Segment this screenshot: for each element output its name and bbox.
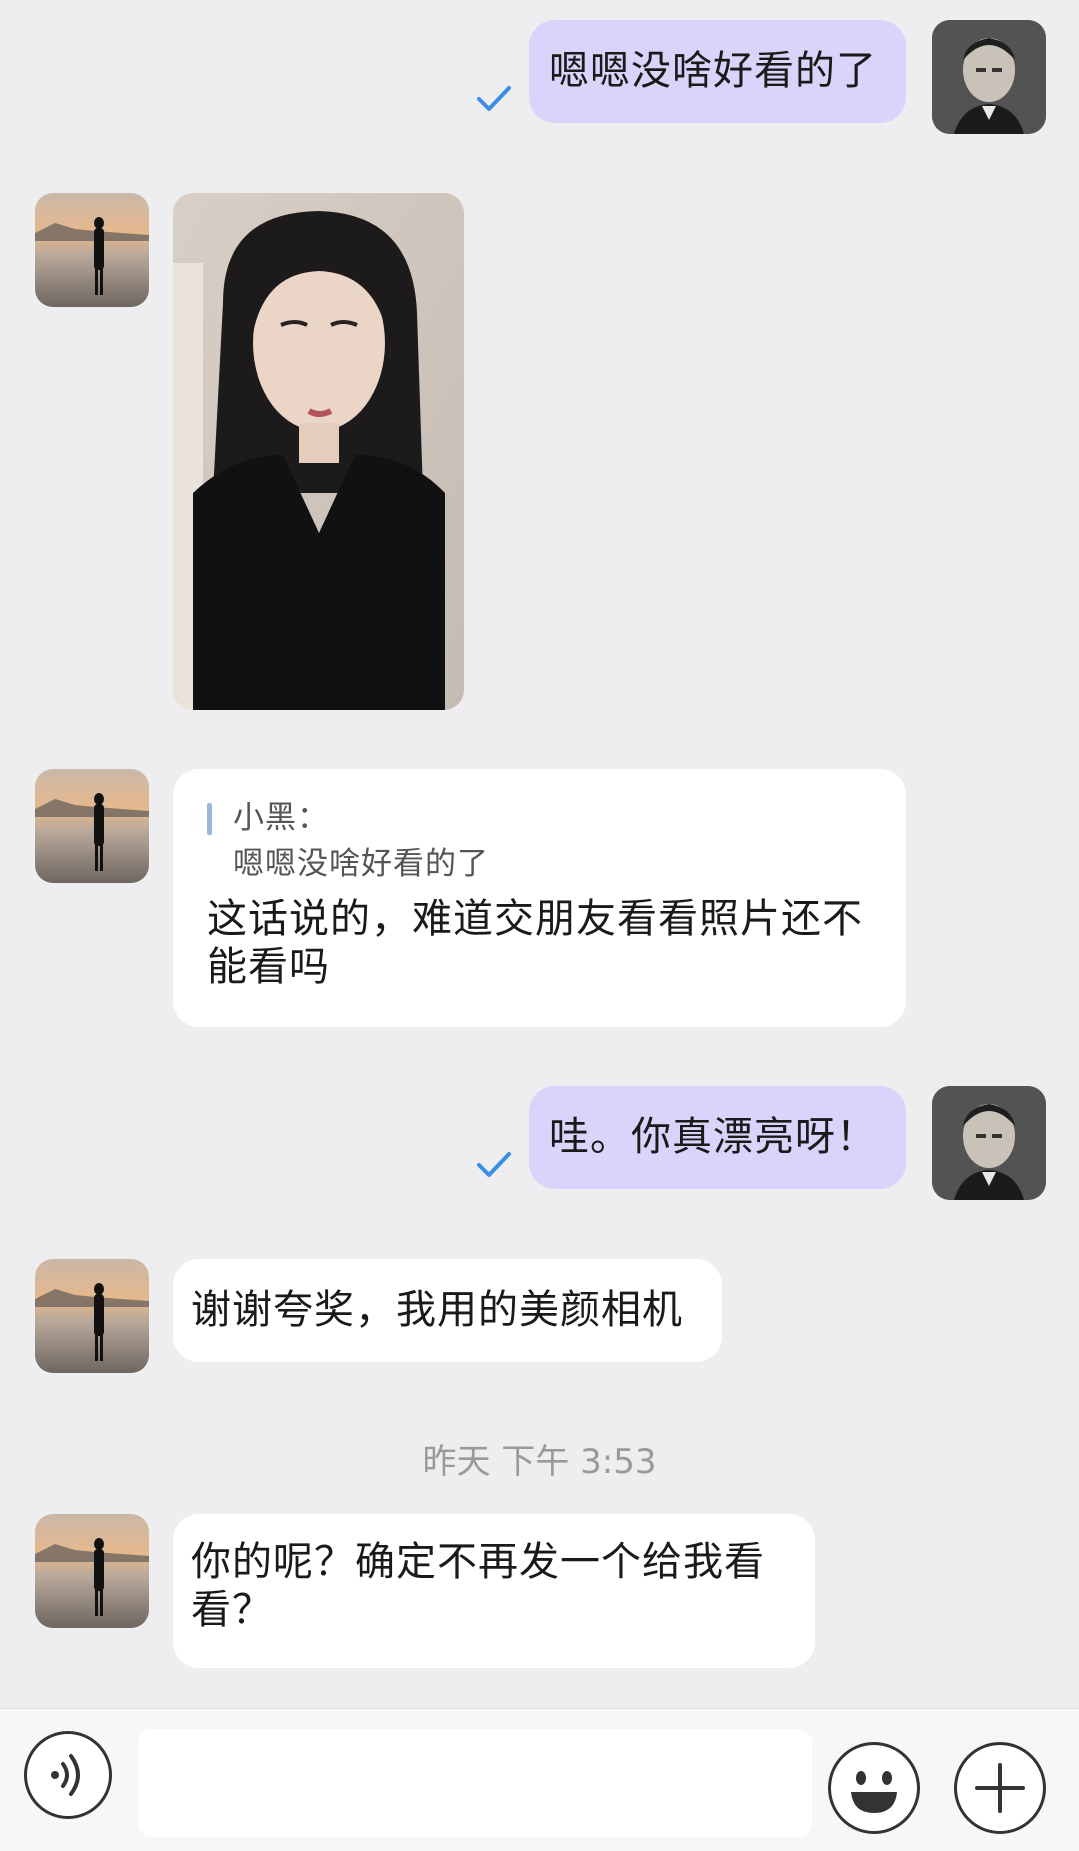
message-bubble-outgoing[interactable]: 哇。你真漂亮呀！	[529, 1086, 906, 1189]
message-text: 这话说的，难道交朋友看看照片还不 能看吗	[207, 895, 876, 991]
photo-message[interactable]	[173, 193, 464, 710]
avatar-contact[interactable]	[35, 1259, 149, 1373]
plus-icon	[975, 1763, 1025, 1813]
message-bubble-incoming[interactable]: 你的呢？确定不再发一个给我看 看？	[173, 1514, 815, 1668]
emoji-icon	[851, 1771, 897, 1813]
message-text-line: 能看吗	[207, 944, 330, 990]
input-bar	[0, 1708, 1079, 1851]
message-text: 谢谢夸奖，我用的美颜相机	[191, 1287, 683, 1333]
voice-button[interactable]	[24, 1731, 112, 1819]
message-text: 哇。你真漂亮呀！	[549, 1114, 877, 1160]
emoji-button[interactable]	[828, 1742, 920, 1834]
message-text-line: 这话说的，难道交朋友看看照片还不	[207, 896, 863, 942]
message-text-line: 看？	[191, 1587, 273, 1633]
avatar-contact[interactable]	[35, 1514, 149, 1628]
message-text-line: 你的呢？确定不再发一个给我看	[191, 1539, 765, 1585]
plus-button[interactable]	[954, 1742, 1046, 1834]
avatar-contact[interactable]	[35, 193, 149, 307]
checkmark-icon	[477, 1152, 511, 1177]
quoted-message[interactable]: 小黑： 嗯嗯没啥好看的了	[207, 795, 876, 887]
quote-author: 小黑：	[233, 800, 329, 836]
message-bubble-incoming[interactable]: 小黑： 嗯嗯没啥好看的了 这话说的，难道交朋友看看照片还不 能看吗	[173, 769, 906, 1027]
quote-text: 嗯嗯没啥好看的了	[233, 846, 489, 882]
message-bubble-incoming[interactable]: 谢谢夸奖，我用的美颜相机	[173, 1259, 722, 1362]
timestamp: 昨天 下午 3:53	[422, 1442, 657, 1482]
quote-bar	[207, 803, 212, 835]
avatar-contact[interactable]	[35, 769, 149, 883]
message-bubble-outgoing[interactable]: 嗯嗯没啥好看的了	[529, 20, 906, 123]
checkmark-icon	[477, 86, 511, 111]
chat-area: 嗯嗯没啥好看的了 小黑： 嗯嗯没啥好看的了 这话说的，难道交朋友看看照片还不 能…	[0, 0, 1079, 1708]
message-text: 嗯嗯没啥好看的了	[549, 48, 877, 94]
message-input[interactable]	[138, 1729, 812, 1837]
voice-icon	[51, 1754, 80, 1796]
avatar-self[interactable]	[932, 20, 1046, 134]
avatar-self[interactable]	[932, 1086, 1046, 1200]
